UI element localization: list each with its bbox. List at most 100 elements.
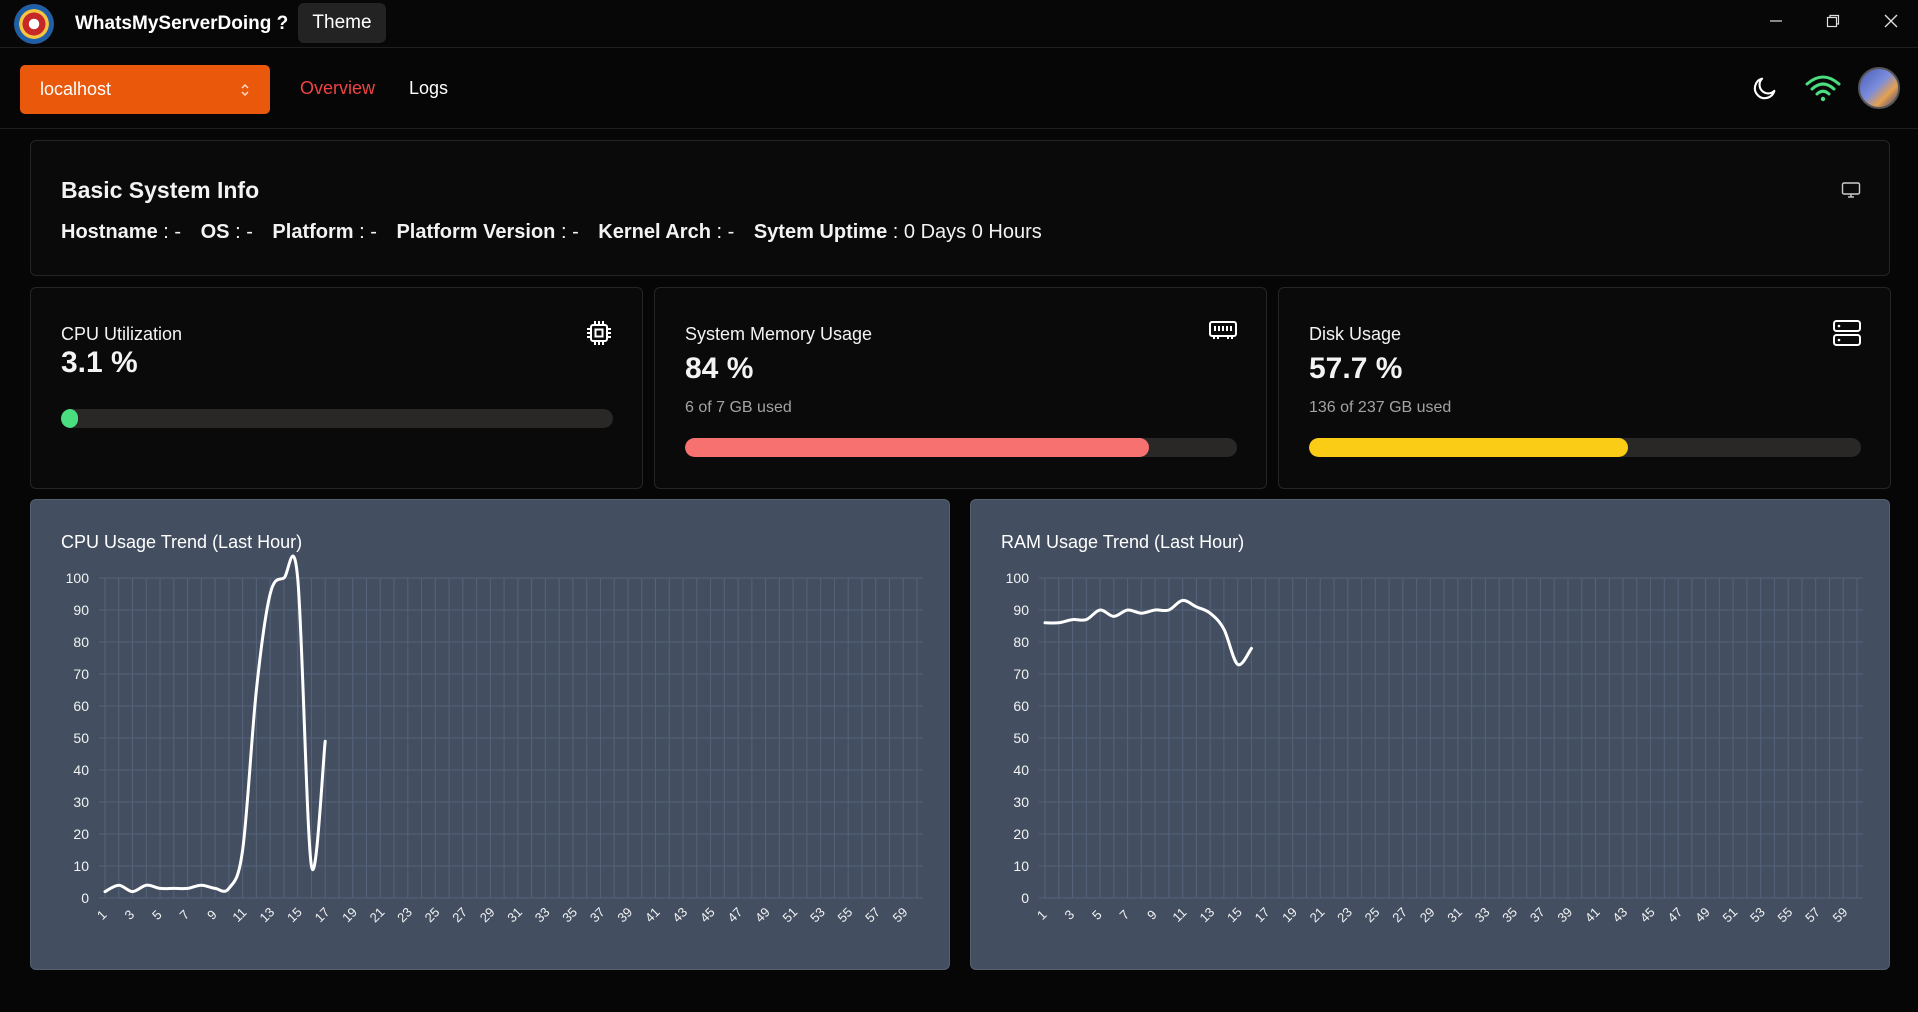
x-tick-label: 57 bbox=[1802, 904, 1823, 925]
disk-value: 57.7 % bbox=[1309, 352, 1403, 385]
x-tick-label: 31 bbox=[504, 904, 525, 925]
x-tick-label: 17 bbox=[1252, 904, 1273, 925]
memory-sub: 6 of 7 GB used bbox=[685, 399, 792, 416]
x-tick-label: 7 bbox=[1117, 907, 1133, 923]
x-tick-label: 59 bbox=[890, 904, 911, 925]
nav-overview-link[interactable]: Overview bbox=[300, 78, 375, 99]
app-logo bbox=[14, 4, 54, 44]
x-tick-label: 35 bbox=[559, 904, 580, 925]
x-tick-label: 15 bbox=[1224, 904, 1245, 925]
app-title: WhatsMyServerDoing ? bbox=[75, 13, 289, 34]
y-tick-label: 30 bbox=[73, 794, 89, 810]
x-tick-label: 51 bbox=[1720, 904, 1741, 925]
x-tick-label: 27 bbox=[449, 904, 470, 925]
server-icon bbox=[1832, 318, 1862, 353]
x-tick-label: 47 bbox=[724, 904, 745, 925]
hostname-key: Hostname bbox=[61, 221, 158, 243]
x-tick-label: 21 bbox=[367, 904, 388, 925]
cpu-icon bbox=[584, 318, 614, 353]
close-icon[interactable] bbox=[1871, 6, 1911, 36]
x-tick-label: 45 bbox=[1637, 904, 1658, 925]
y-tick-label: 60 bbox=[73, 698, 89, 714]
x-tick-label: 23 bbox=[1334, 904, 1355, 925]
moon-icon[interactable] bbox=[1744, 67, 1786, 109]
y-tick-label: 70 bbox=[73, 666, 89, 682]
system-info-fields: Hostname : - OS : - Platform : - Platfor… bbox=[61, 221, 1042, 243]
platform-value: - bbox=[370, 221, 377, 243]
y-tick-label: 100 bbox=[1006, 570, 1030, 586]
nav-logs-link[interactable]: Logs bbox=[409, 78, 448, 99]
wifi-icon bbox=[1802, 67, 1844, 109]
x-tick-label: 57 bbox=[862, 904, 883, 925]
kernel-arch-value: - bbox=[727, 221, 735, 243]
y-tick-label: 40 bbox=[73, 762, 89, 778]
server-select-value: localhost bbox=[40, 79, 112, 99]
y-tick-label: 50 bbox=[1013, 730, 1029, 746]
x-tick-label: 13 bbox=[257, 904, 278, 925]
restore-icon[interactable] bbox=[1813, 6, 1853, 36]
theme-button[interactable]: Theme bbox=[298, 3, 386, 43]
x-tick-label: 59 bbox=[1830, 904, 1851, 925]
uptime-value: 0 Days 0 Hours bbox=[903, 221, 1042, 243]
x-tick-label: 23 bbox=[394, 904, 415, 925]
memory-progress-bar bbox=[685, 438, 1237, 457]
x-tick-label: 3 bbox=[1061, 907, 1077, 923]
x-tick-label: 19 bbox=[1279, 904, 1300, 925]
avatar[interactable] bbox=[1858, 67, 1900, 109]
x-tick-label: 43 bbox=[1609, 904, 1630, 925]
y-tick-label: 70 bbox=[1013, 666, 1029, 682]
system-info-card: Basic System Info Hostname : - OS : - Pl… bbox=[30, 140, 1890, 276]
cpu-label: CPU Utilization bbox=[61, 324, 183, 344]
hostname-value: - bbox=[174, 221, 182, 243]
x-tick-label: 55 bbox=[1775, 904, 1796, 925]
y-tick-label: 100 bbox=[66, 570, 90, 586]
x-tick-label: 47 bbox=[1664, 904, 1685, 925]
cpu-card: CPU Utilization 3.1 % bbox=[30, 287, 643, 489]
x-tick-label: 29 bbox=[477, 904, 498, 925]
cpu-progress-fill bbox=[61, 409, 79, 428]
x-tick-label: 3 bbox=[121, 907, 137, 923]
x-tick-label: 39 bbox=[1554, 904, 1575, 925]
disk-progress-fill bbox=[1309, 438, 1628, 457]
cpu-value: 3.1 % bbox=[61, 346, 138, 379]
x-tick-label: 21 bbox=[1307, 904, 1328, 925]
x-tick-label: 27 bbox=[1389, 904, 1410, 925]
server-select[interactable]: localhost bbox=[20, 65, 270, 114]
x-tick-label: 1 bbox=[1034, 907, 1050, 923]
y-tick-label: 60 bbox=[1013, 698, 1029, 714]
x-tick-label: 11 bbox=[1169, 905, 1189, 925]
platform-version-value: - bbox=[572, 221, 579, 243]
os-value: - bbox=[246, 221, 253, 243]
x-tick-label: 7 bbox=[177, 907, 193, 923]
y-tick-label: 0 bbox=[81, 890, 89, 906]
x-tick-label: 41 bbox=[642, 904, 663, 925]
y-tick-label: 30 bbox=[1013, 794, 1029, 810]
x-tick-label: 37 bbox=[1527, 904, 1548, 925]
y-tick-label: 50 bbox=[73, 730, 89, 746]
x-tick-label: 5 bbox=[149, 907, 165, 923]
cpu-progress-bar bbox=[61, 409, 613, 428]
y-tick-label: 80 bbox=[1013, 634, 1029, 650]
x-tick-label: 41 bbox=[1582, 904, 1603, 925]
y-tick-label: 10 bbox=[73, 858, 89, 874]
ram-trend-chart: 01020304050607080901001 3 5 7 9 11 13 15 17 19 21 2… bbox=[1006, 570, 1863, 925]
x-tick-label: 13 bbox=[1197, 904, 1218, 925]
x-tick-label: 11 bbox=[229, 905, 249, 925]
monitor-icon bbox=[1841, 181, 1861, 204]
x-tick-label: 25 bbox=[422, 904, 443, 925]
platform-key: Platform bbox=[272, 221, 354, 243]
x-tick-label: 53 bbox=[1747, 904, 1768, 925]
memory-icon bbox=[1208, 318, 1238, 347]
x-tick-label: 37 bbox=[587, 904, 608, 925]
x-tick-label: 9 bbox=[1144, 907, 1160, 923]
cpu-trend-card: CPU Usage Trend (Last Hour) 0 10 20 30 40 50 6… bbox=[30, 499, 950, 970]
y-tick-label: 20 bbox=[73, 826, 89, 842]
system-info-title: Basic System Info bbox=[61, 177, 260, 203]
x-tick-label: 53 bbox=[807, 904, 828, 925]
y-tick-label: 20 bbox=[1013, 826, 1029, 842]
x-tick-label: 15 bbox=[284, 904, 305, 925]
minimize-icon[interactable] bbox=[1756, 6, 1796, 36]
x-tick-label: 35 bbox=[1499, 904, 1520, 925]
cpu-trend-chart: 01020304050607080901001 3 5 7 9 11 13 15 17 19 21 2… bbox=[66, 554, 923, 925]
x-tick-label: 25 bbox=[1362, 904, 1383, 925]
